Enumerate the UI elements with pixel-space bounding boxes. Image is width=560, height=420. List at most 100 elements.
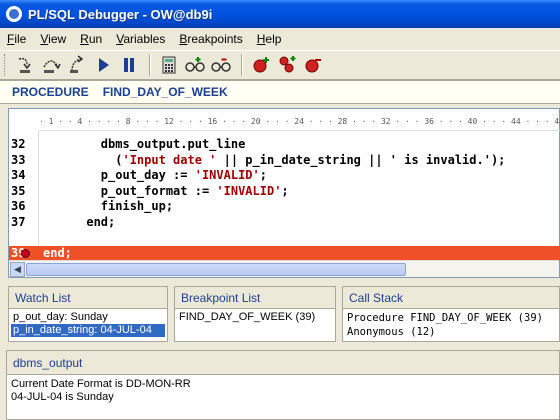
watch-item[interactable]: p_out_day: Sunday [11,311,165,324]
watch-remove-icon [211,58,231,72]
breakpoint-list-title: Breakpoint List [175,287,335,309]
code-line[interactable]: 34 p_out_day := 'INVALID'; [9,168,560,184]
code-segment: ; [259,168,267,182]
line-number: 33 [11,152,26,167]
procedure-header: PROCEDURE FIND_DAY_OF_WEEK [0,80,560,104]
horizontal-scrollbar[interactable]: ◀ [9,260,559,277]
scrollbar-thumb[interactable] [26,263,406,276]
code-string: 'Input date ' [122,152,217,167]
code-text: end; [43,215,115,231]
menu-mnemonic: V [40,31,49,46]
menu-run[interactable]: Run [73,32,109,46]
watch-list-body: p_out_day: Sunday p_in_date_string: 04-J… [9,309,167,339]
code-segment: p_out_format := [43,183,217,198]
line-number: 35 [11,183,26,198]
code-line[interactable] [9,230,560,246]
code-segment: p_out_day := [43,168,195,182]
menu-file[interactable]: File [0,32,33,46]
code-text: p_out_day := 'INVALID'; [43,168,267,184]
breakpoint-list-panel: Breakpoint List FIND_DAY_OF_WEEK (39) [174,286,336,342]
call-stack-item[interactable]: Anonymous (12) [345,325,557,339]
step-out-icon [70,55,84,73]
code-line[interactable]: 32 dbms_output.put_line [9,137,560,153]
code-line[interactable]: 35 p_out_format := 'INVALID'; [9,184,560,200]
debugger-window: PL/SQL Debugger - OW@db9i File View Run … [0,0,560,420]
toolbar-grip[interactable] [4,54,7,76]
code-text: end; [43,246,72,262]
add-watch-button[interactable] [183,53,207,77]
call-stack-body: Procedure FIND_DAY_OF_WEEK (39) Anonymou… [343,309,559,341]
code-text: p_out_format := 'INVALID'; [43,184,289,200]
output-line: 04-JUL-04 is Sunday [11,391,114,403]
toggle-breakpoint-button[interactable] [249,53,273,77]
watch-list-panel: Watch List p_out_day: Sunday p_in_date_s… [8,286,168,342]
procedure-name: FIND_DAY_OF_WEEK [102,85,228,99]
code-segment: dbms_output.put_line [43,137,246,151]
pause-button[interactable] [117,53,141,77]
window-title: PL/SQL Debugger - OW@db9i [28,6,213,22]
step-over-icon [43,60,61,73]
current-execution-line[interactable]: 39 end; [9,245,560,262]
code-line[interactable]: 37 end; [9,215,560,231]
breakpoint-item[interactable]: FIND_DAY_OF_WEEK (39) [177,311,333,324]
step-into-button[interactable] [13,53,37,77]
column-ruler: · 1 · · 4 · · · · 8 · · · 12 · · · 16 · … [39,109,560,131]
remove-breakpoint-button[interactable] [301,53,325,77]
breakpoint-toggle-icon [253,57,269,73]
menu-variables[interactable]: Variables [109,32,172,46]
watch-icon [185,57,205,72]
menu-label: elp [265,31,282,46]
menu-label: un [88,31,103,46]
step-out-button[interactable] [65,53,89,77]
output-line: Current Date Format is DD-MON-RR [11,378,191,390]
code-lines: 32 dbms_output.put_line 33 ('Input date … [9,137,560,261]
code-editor[interactable]: · 1 · · 4 · · · · 8 · · · 12 · · · 16 · … [8,108,560,278]
code-segment: || p_in_date_string || ' is invalid.'); [216,152,506,167]
dbms-output-title: dbms_output [7,351,559,375]
watch-list-title: Watch List [9,287,167,309]
dbms-output-body[interactable]: Current Date Format is DD-MON-RR 04-JUL-… [7,375,559,404]
call-stack-title: Call Stack [343,287,559,309]
evaluate-button[interactable] [157,53,181,77]
app-icon[interactable] [6,6,22,22]
code-string: 'INVALID' [194,168,260,182]
code-line[interactable]: 36 finish_up; [9,199,560,215]
run-button[interactable] [91,53,115,77]
breakpoint-remove-icon [305,59,321,73]
breakpoint-list-body: FIND_DAY_OF_WEEK (39) [175,309,335,326]
breakpoint-icon[interactable] [21,248,30,258]
remove-watch-button[interactable] [209,53,233,77]
call-stack-item[interactable]: Procedure FIND_DAY_OF_WEEK (39) [345,311,557,325]
menu-help[interactable]: Help [250,32,289,46]
procedure-keyword: PROCEDURE [12,85,89,99]
watch-item-selected[interactable]: p_in_date_string: 04-JUL-04 [11,324,165,337]
menu-view[interactable]: View [33,32,73,46]
call-stack-panel: Call Stack Procedure FIND_DAY_OF_WEEK (3… [342,286,560,342]
code-string: 'INVALID' [216,183,282,198]
menu-label: ariables [123,31,166,46]
menu-label: reakpoints [187,31,243,46]
step-over-button[interactable] [39,53,63,77]
toolbar [0,50,560,80]
scroll-left-icon[interactable]: ◀ [10,262,25,277]
toolbar-separator [241,54,243,76]
breakpoint-add-icon [279,56,296,73]
step-into-icon [18,57,31,73]
line-number: 36 [11,199,26,213]
menu-breakpoints[interactable]: Breakpoints [172,32,249,46]
line-number: 37 [11,214,26,229]
run-icon [99,58,109,72]
code-text: finish_up; [43,199,173,215]
toolbar-separator [149,54,151,76]
pause-icon [124,58,134,72]
line-number: 32 [11,137,26,151]
code-segment: end; [43,214,116,229]
code-segment: finish_up; [43,199,174,213]
menu-bar: File View Run Variables Breakpoints Help [0,28,560,49]
menu-mnemonic: R [80,31,89,46]
add-breakpoint-button[interactable] [275,53,299,77]
code-text: ('Input date ' || p_in_date_string || ' … [43,153,505,169]
code-line[interactable]: 33 ('Input date ' || p_in_date_string ||… [9,153,560,169]
code-segment: ; [281,183,289,198]
title-bar[interactable]: PL/SQL Debugger - OW@db9i [0,0,560,28]
